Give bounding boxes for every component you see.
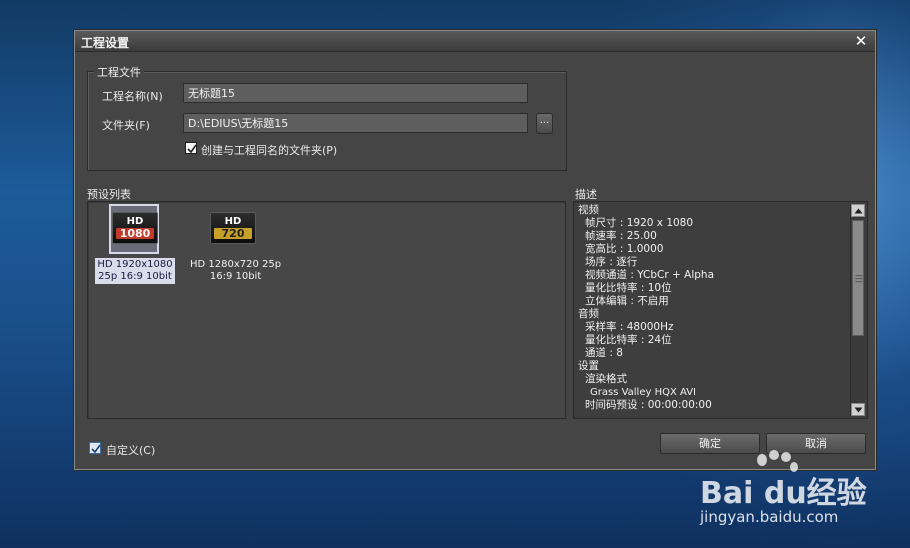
project-name-input[interactable]: 无标题15 [183,83,528,103]
folder-label: 文件夹(F) [102,119,150,132]
scroll-down-button[interactable] [851,403,865,416]
desc-frame-size: 帧尺寸 : 1920 x 1080 [585,217,694,229]
baidu-jingyan-watermark: Bai du经验 jingyan.baidu.com [700,450,900,540]
preset-list-label: 预设列表 [87,188,131,201]
desc-video-channel: 视频通道 : YCbCr + Alpha [585,269,715,281]
desc-heading-video: 视频 [578,204,599,216]
arrow-down-icon [854,407,863,413]
dialog-titlebar[interactable]: 工程设置 ✕ [75,31,875,52]
desc-heading-audio: 音频 [578,308,599,320]
dialog-title: 工程设置 [81,36,130,50]
desc-aspect-ratio: 宽高比 : 1.0000 [585,243,664,255]
checkmark-icon [91,444,101,454]
grip-icon: — — — [855,271,863,286]
scroll-thumb[interactable]: — — — [852,220,864,336]
desc-frame-rate: 帧速率 : 25.00 [585,230,657,242]
preset-caption-hd1080: HD 1920x1080 25p 16:9 10bit [95,258,175,284]
desc-codec: Grass Valley HQX AVI [590,387,696,398]
folder-path-input[interactable]: D:\EDIUS\无标题15 [183,113,528,133]
project-name-label: 工程名称(N) [102,90,163,103]
desc-heading-settings: 设置 [578,360,599,372]
watermark-brand: Bai du经验 [700,476,867,511]
preset-caption-line2: 16:9 10bit [209,271,262,282]
desc-render-format: 渲染格式 [585,373,627,385]
hd720-icon: HD 720 [210,212,256,244]
desc-video-bitdepth: 量化比特率 : 10位 [585,282,672,294]
hd1080-icon-res: 1080 [116,228,154,239]
hd720-icon-top: HD [224,216,242,227]
close-icon[interactable]: ✕ [853,33,869,49]
preset-caption-hd720: HD 1280x720 25p 16:9 10bit [188,258,283,284]
browse-folder-button[interactable]: ... [536,113,553,134]
desc-stereo-edit: 立体编辑 : 不启用 [585,295,669,307]
desc-timecode-preset: 时间码预设 : 00:00:00:00 [585,399,712,411]
custom-checkbox[interactable] [89,442,101,454]
preset-list[interactable]: HD 1080 HD 1920x1080 25p 16:9 10bit HD 7… [87,201,566,419]
desc-field-order: 场序 : 逐行 [585,256,638,268]
hd1080-icon: HD 1080 [112,212,158,244]
preset-caption-line1: HD 1920x1080 [97,259,173,270]
arrow-up-icon [854,208,863,214]
desc-sample-rate: 采样率 : 48000Hz [585,321,674,333]
preset-item-hd1080[interactable]: HD 1080 HD 1920x1080 25p 16:9 10bit [95,204,175,284]
hd720-icon-res: 720 [214,228,252,239]
create-folder-checkbox[interactable] [185,142,197,154]
preset-caption-line1: HD 1280x720 25p [190,259,282,270]
scroll-up-button[interactable] [851,204,865,217]
desc-audio-bitdepth: 量化比特率 : 24位 [585,334,672,346]
description-scrollbar[interactable]: — — — [850,204,865,416]
preset-item-hd720[interactable]: HD 720 HD 1280x720 25p 16:9 10bit [188,204,281,284]
checkmark-icon [187,144,197,154]
description-label: 描述 [575,188,597,201]
description-panel[interactable]: 视频 帧尺寸 : 1920 x 1080 帧速率 : 25.00 宽高比 : 1… [573,201,868,419]
description-text: 视频 帧尺寸 : 1920 x 1080 帧速率 : 25.00 宽高比 : 1… [578,204,848,412]
project-settings-dialog: 工程设置 ✕ 工程文件 工程名称(N) 无标题15 文件夹(F) D:\EDIU… [74,30,876,470]
custom-label: 自定义(C) [106,444,156,457]
preset-caption-line2: 25p 16:9 10bit [98,271,172,282]
desc-channels: 通道 : 8 [585,347,623,359]
hd1080-icon-top: HD [126,216,144,227]
watermark-url: jingyan.baidu.com [700,508,839,526]
create-folder-label: 创建与工程同名的文件夹(P) [201,144,338,157]
project-file-group-label: 工程文件 [94,64,144,80]
